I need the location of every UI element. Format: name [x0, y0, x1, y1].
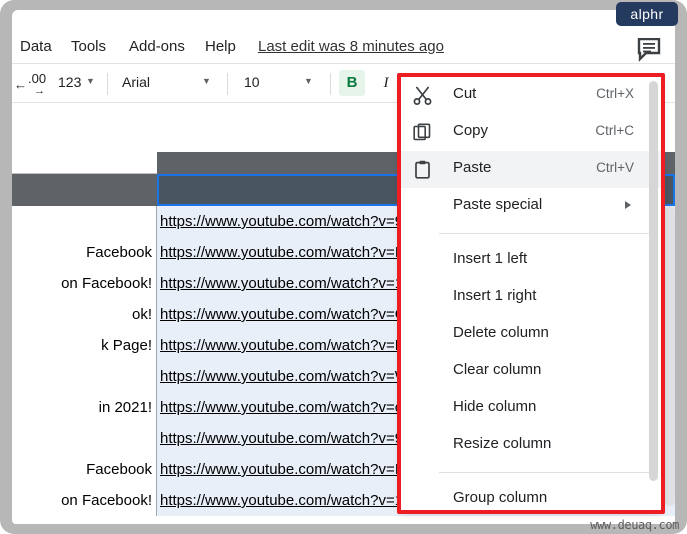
toolbar-divider	[227, 73, 228, 95]
cell-title[interactable]: on Facebook!	[12, 485, 157, 516]
context-menu-scrollbar[interactable]	[649, 81, 658, 496]
menu-divider	[439, 472, 649, 473]
cell-title[interactable]: in 2021!	[12, 392, 157, 423]
alphr-logo-badge: alphr	[616, 2, 678, 26]
menu-item-hide-column[interactable]: Hide column	[401, 390, 661, 427]
menu-item-label: Hide column	[453, 398, 537, 415]
cell-video-url-text: https://www.youtube.com/watch?v=9	[160, 213, 404, 230]
cell-title[interactable]: k Page!	[12, 330, 157, 361]
cell-title[interactable]	[12, 206, 157, 237]
number-format-label[interactable]: 123	[58, 74, 81, 90]
menu-item-label: Copy	[453, 122, 489, 139]
menubar: Data Tools Add-ons Help Last edit was 8 …	[12, 30, 675, 64]
cell-title[interactable]: on Facebook!	[12, 268, 157, 299]
header-row-cell-a[interactable]	[12, 174, 157, 206]
menu-item-insert-1-right[interactable]: Insert 1 right	[401, 279, 661, 316]
cell-title[interactable]: ok!	[12, 299, 157, 330]
cell-video-url-text: https://www.youtube.com/watch?v=c-	[160, 399, 408, 416]
menu-item-resize-column[interactable]: Resize column	[401, 427, 661, 464]
chevron-down-icon-font-size[interactable]: ▼	[304, 76, 313, 86]
decimal-places-label[interactable]: .00	[28, 71, 46, 86]
font-size-value[interactable]: 10	[244, 74, 260, 90]
menu-item-label: Paste	[453, 159, 492, 176]
comment-icon[interactable]	[637, 37, 663, 62]
menu-item-label: Delete column	[453, 324, 549, 341]
menu-item-label: Paste special	[453, 196, 543, 213]
cell-title-text: Facebook	[86, 244, 152, 261]
context-menu-scrollbar-thumb[interactable]	[649, 81, 658, 481]
cell-video-url-text: https://www.youtube.com/watch?v=W	[160, 368, 409, 385]
cell-title-text: k Page!	[101, 337, 152, 354]
cell-title-text: in 2021!	[98, 399, 152, 416]
menu-divider	[439, 233, 649, 234]
cell-title[interactable]	[12, 361, 157, 392]
bold-button[interactable]: B	[339, 70, 365, 96]
increase-decimal-icon[interactable]: →	[34, 85, 45, 97]
column-header-a[interactable]	[12, 152, 157, 174]
cell-video-url-text: https://www.youtube.com/watch?v=9	[160, 430, 404, 447]
menu-item-label: Cut	[453, 85, 477, 102]
menu-item-label: Insert 1 right	[453, 287, 537, 304]
chevron-down-icon-number-format[interactable]: ▼	[86, 76, 95, 86]
screenshot-frame: Data Tools Add-ons Help Last edit was 8 …	[0, 0, 687, 534]
menu-item-paste[interactable]: Paste Ctrl+V	[401, 151, 661, 188]
context-menu[interactable]: Cut Ctrl+X Copy Ctrl+C Paste Ctrl+V Paste spec…	[401, 77, 661, 510]
cell-video-url-text: https://www.youtube.com/watch?v=16	[160, 275, 412, 292]
cell-video-url-text: https://www.youtube.com/watch?v=16	[160, 492, 412, 509]
menu-item-delete-column[interactable]: Delete column	[401, 316, 661, 353]
cell-title-text: ok!	[131, 306, 152, 323]
google-sheets-app: Data Tools Add-ons Help Last edit was 8 …	[12, 10, 675, 524]
menu-item-cut[interactable]: Cut Ctrl+X	[401, 77, 661, 114]
menu-item-paste-special[interactable]: Paste special	[401, 188, 661, 225]
menu-item-copy[interactable]: Copy Ctrl+C	[401, 114, 661, 151]
menu-item-group-column[interactable]: Group column	[401, 481, 661, 510]
menu-item-shortcut: Ctrl+X	[596, 86, 634, 101]
menu-item-tools[interactable]: Tools	[71, 38, 106, 55]
menu-item-shortcut: Ctrl+C	[595, 123, 634, 138]
font-family-value[interactable]: Arial	[122, 74, 150, 90]
menu-item-label: Clear column	[453, 361, 542, 378]
cell-title[interactable]	[12, 423, 157, 454]
clipboard-icon	[413, 160, 433, 180]
cell-title-text: on Facebook!	[61, 275, 152, 292]
cell-video-url-text: https://www.youtube.com/watch?v=IY	[160, 244, 409, 261]
cell-video-url-text: https://www.youtube.com/watch?v=F	[160, 337, 404, 354]
italic-button[interactable]: I	[373, 70, 399, 96]
cell-title-text: on Facebook!	[61, 492, 152, 509]
context-menu-items: Cut Ctrl+X Copy Ctrl+C Paste Ctrl+V Paste spec…	[401, 77, 661, 510]
cell-video-url-text: https://www.youtube.com/watch?v=G	[160, 306, 407, 323]
cell-title[interactable]: Facebook	[12, 237, 157, 268]
chevron-right-icon	[625, 201, 631, 209]
menu-item-label: Insert 1 left	[453, 250, 528, 267]
last-edit-link[interactable]: Last edit was 8 minutes ago	[258, 38, 444, 55]
toolbar-divider	[107, 73, 108, 95]
watermark: www.deuaq.com	[590, 518, 679, 532]
menu-item-help[interactable]: Help	[205, 38, 236, 55]
menu-item-add-ons[interactable]: Add-ons	[129, 38, 185, 55]
scissors-icon	[413, 86, 433, 106]
copy-icon	[413, 123, 433, 143]
menu-item-clear-column[interactable]: Clear column	[401, 353, 661, 390]
cell-video-url-text: https://www.youtube.com/watch?v=IY	[160, 461, 409, 478]
menu-item-shortcut: Ctrl+V	[596, 160, 634, 175]
cell-title[interactable]: Facebook	[12, 454, 157, 485]
menu-item-label: Group column	[453, 489, 548, 506]
menu-item-data[interactable]: Data	[20, 38, 52, 55]
cell-title-text: Facebook	[86, 461, 152, 478]
toolbar-divider	[330, 73, 331, 95]
menu-item-insert-1-left[interactable]: Insert 1 left	[401, 242, 661, 279]
browser-viewport: Data Tools Add-ons Help Last edit was 8 …	[12, 10, 675, 524]
decrease-decimal-icon[interactable]: ←	[14, 77, 27, 92]
sheet-vertical-scrollbar[interactable]	[665, 206, 675, 506]
chevron-down-icon-font[interactable]: ▼	[202, 76, 211, 86]
menu-item-label: Resize column	[453, 435, 552, 452]
